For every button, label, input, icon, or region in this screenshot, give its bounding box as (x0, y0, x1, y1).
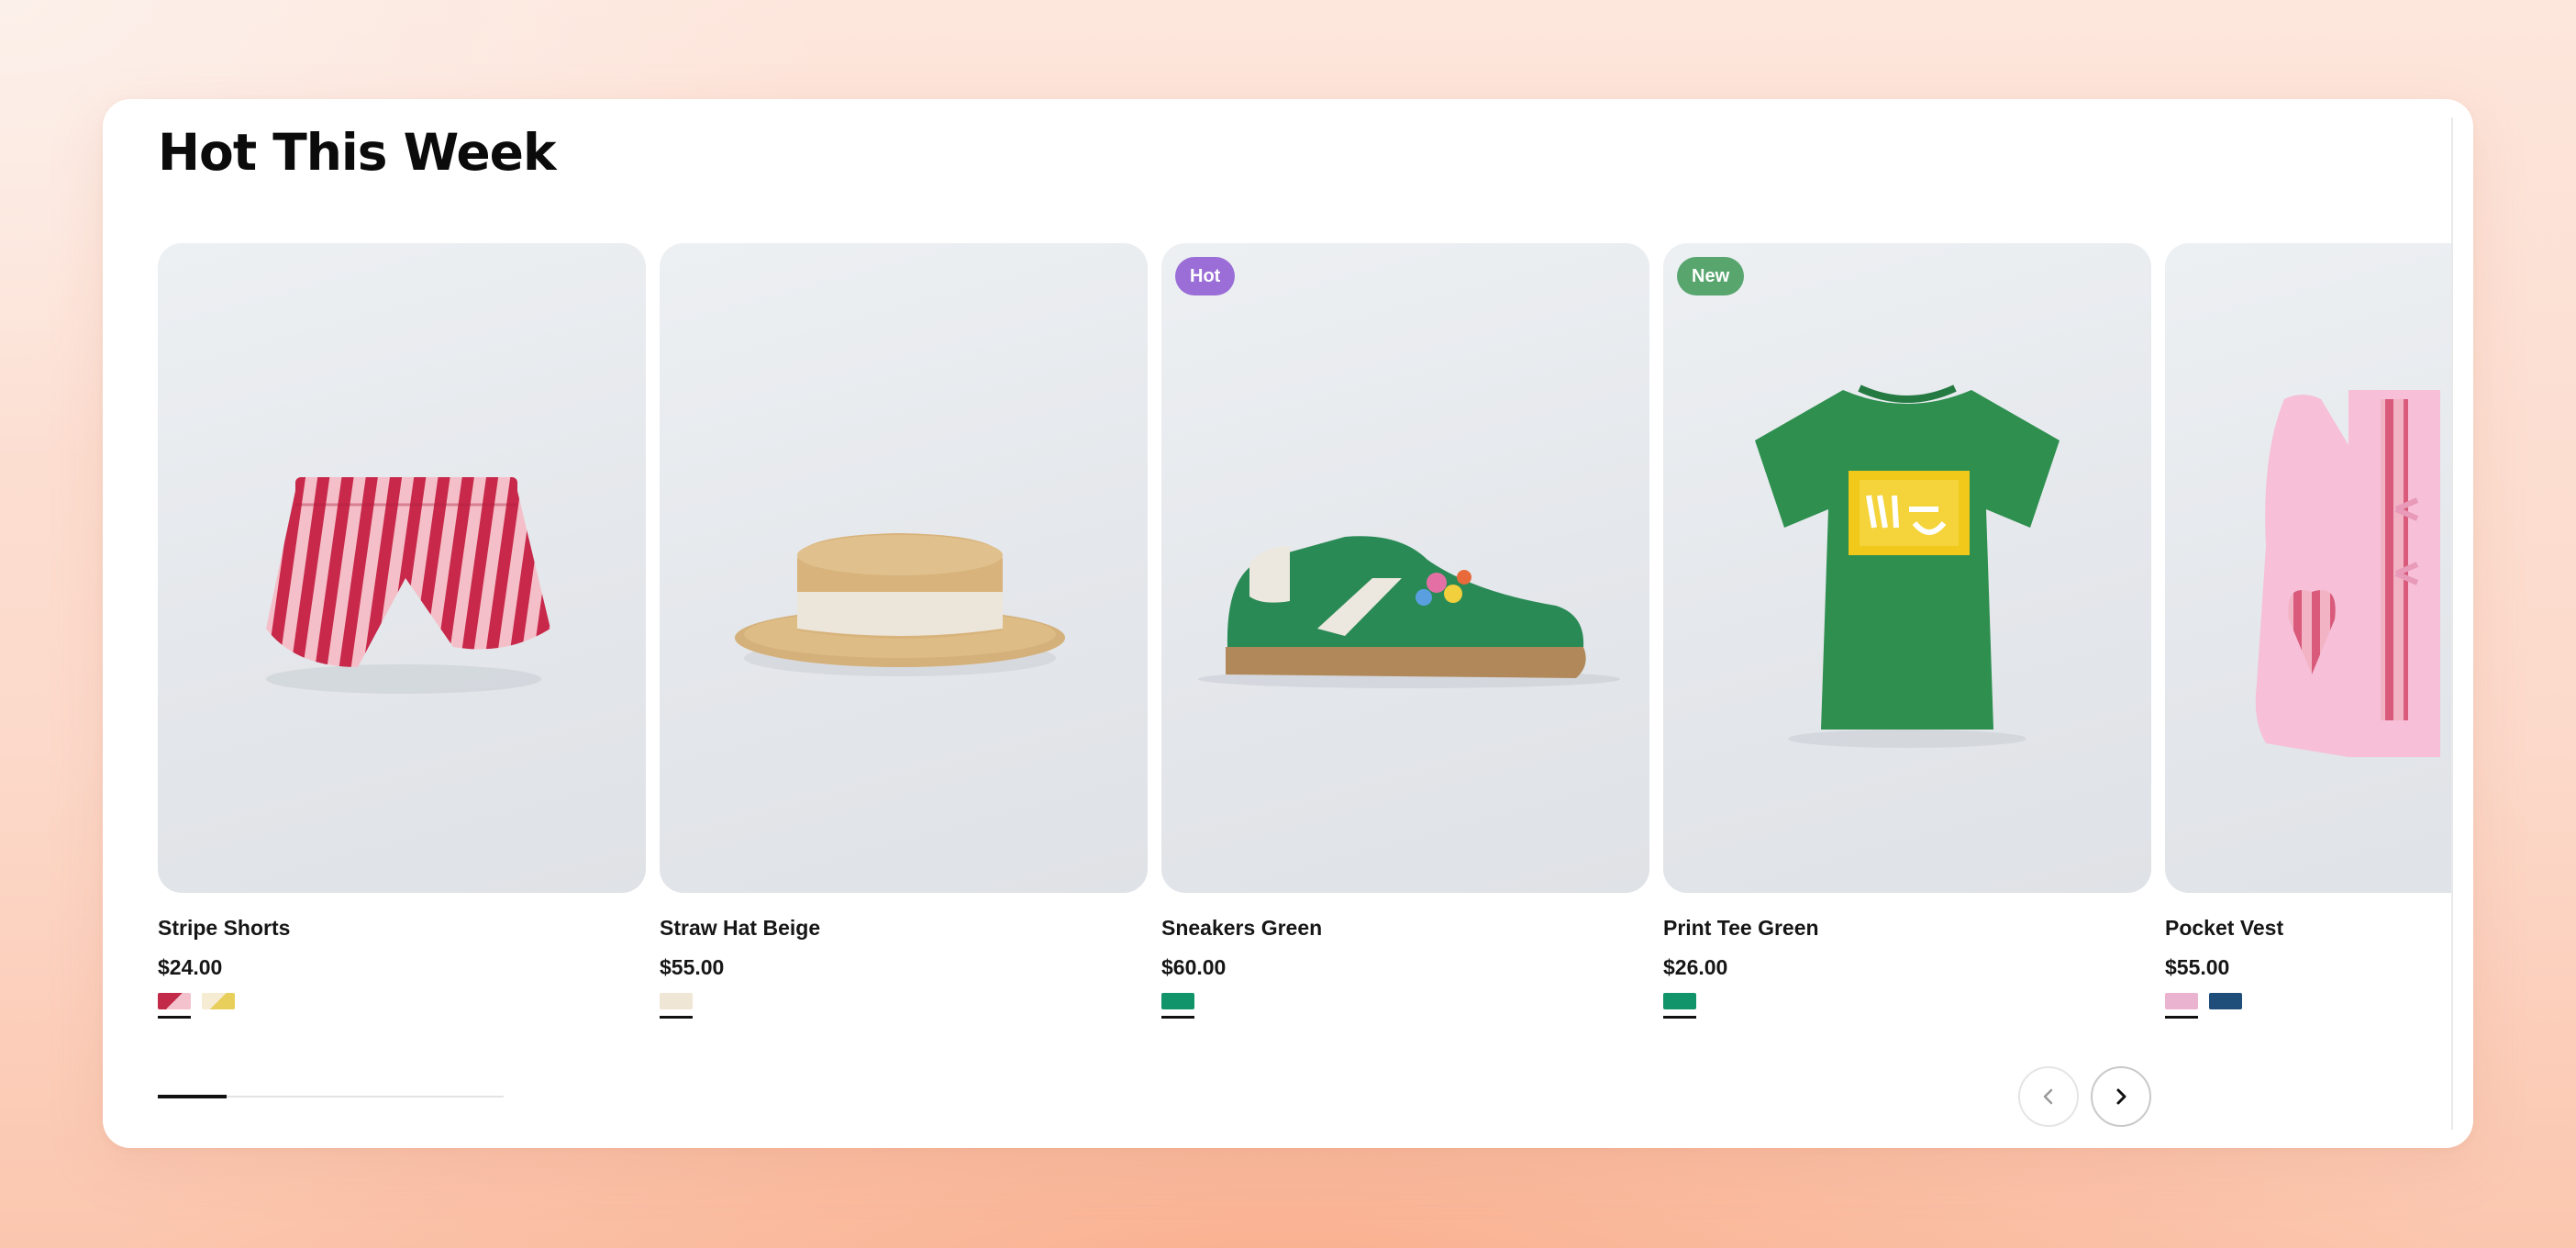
sneaker-image (1198, 536, 1620, 688)
hot-this-week-section: Hot This Week Stripe Shorts $24.00 Straw… (103, 99, 2473, 1148)
product-price: $60.00 (1161, 955, 1227, 979)
product-name[interactable]: Print Tee Green (1663, 916, 2151, 941)
tshirt-image (1755, 384, 2060, 748)
product-image[interactable] (2165, 243, 2451, 893)
vest-image (2255, 390, 2440, 757)
carousel-progress-fill (158, 1095, 228, 1098)
product-card[interactable]: New Print Tee Green $26.00 (1663, 243, 2151, 1019)
color-swatch[interactable] (2209, 993, 2242, 1009)
color-swatches (1161, 993, 1649, 1019)
color-swatch[interactable] (1161, 993, 1194, 1019)
section-divider (2451, 117, 2453, 1130)
product-price: $24.00 (158, 955, 223, 979)
color-swatch[interactable] (2165, 993, 2198, 1019)
product-image[interactable]: Hot (1161, 243, 1649, 893)
product-image[interactable] (158, 243, 646, 893)
product-price: $55.00 (2165, 955, 2230, 979)
product-name[interactable]: Sneakers Green (1161, 916, 1649, 941)
product-card[interactable]: Hot Sneakers Green $60.00 (1161, 243, 1649, 1019)
color-swatches (2165, 993, 2451, 1019)
color-swatch[interactable] (202, 993, 235, 1009)
color-swatches (1663, 993, 2151, 1019)
carousel-progress-bar[interactable] (158, 1095, 504, 1098)
color-swatch[interactable] (660, 993, 693, 1019)
carousel-prev-button[interactable] (2018, 1066, 2079, 1127)
product-price: $26.00 (1663, 955, 1728, 979)
straw-hat-image (735, 533, 1065, 676)
product-image[interactable] (660, 243, 1148, 893)
product-badge: New (1677, 257, 1745, 295)
product-carousel[interactable]: Stripe Shorts $24.00 Straw Hat Beige $55… (158, 243, 2451, 1142)
chevron-left-icon (2043, 1088, 2053, 1105)
color-swatches (660, 993, 1148, 1019)
striped-shorts-image (266, 477, 550, 694)
color-swatches (158, 993, 646, 1019)
product-name[interactable]: Straw Hat Beige (660, 916, 1148, 941)
product-price: $55.00 (660, 955, 725, 979)
product-image[interactable]: New (1663, 243, 2151, 893)
color-swatch[interactable] (158, 993, 191, 1019)
carousel-next-button[interactable] (2091, 1066, 2151, 1127)
product-badge: Hot (1175, 257, 1236, 295)
section-title: Hot This Week (158, 123, 557, 182)
product-card[interactable]: Stripe Shorts $24.00 (158, 243, 646, 1019)
product-name[interactable]: Pocket Vest (2165, 916, 2451, 941)
color-swatch[interactable] (1663, 993, 1696, 1019)
product-card[interactable]: Straw Hat Beige $55.00 (660, 243, 1148, 1019)
chevron-right-icon (2116, 1088, 2126, 1105)
product-name[interactable]: Stripe Shorts (158, 916, 646, 941)
product-card[interactable]: Pocket Vest $55.00 (2165, 243, 2451, 1019)
